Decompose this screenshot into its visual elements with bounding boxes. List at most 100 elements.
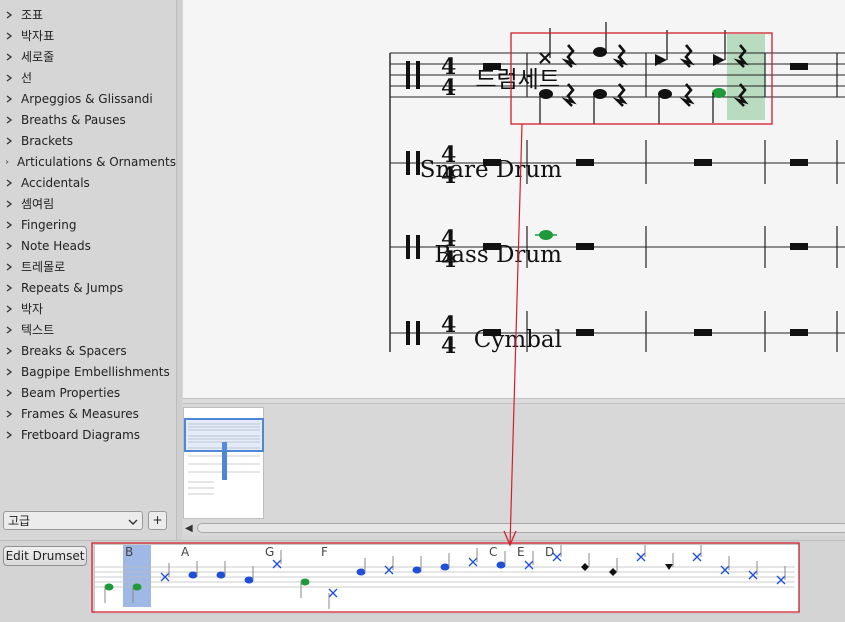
score-view[interactable]: 44444444 드럼세트 Snare Drum Bass Drum Cymba… [183, 0, 845, 398]
palette-item[interactable]: Bagpipe Embellishments [0, 361, 176, 382]
palette-item[interactable]: Beam Properties [0, 382, 176, 403]
chevron-right-icon [6, 304, 13, 313]
palette-item[interactable]: Accidentals [0, 172, 176, 193]
percussion-clef-icon [406, 151, 410, 175]
chevron-right-icon [6, 346, 13, 355]
quarter-rest-icon [679, 44, 695, 68]
chevron-right-icon [6, 430, 13, 439]
palette-item-label: Breaks & Spacers [21, 343, 127, 358]
palette-item[interactable]: Breaths & Pauses [0, 109, 176, 130]
instrument-name-snare: Snare Drum [419, 157, 562, 183]
notehead [356, 568, 366, 576]
palette-item-label: Articulations & Ornaments [16, 154, 176, 169]
add-palette-button[interactable]: + [148, 511, 167, 530]
quarter-rest-icon [561, 83, 577, 107]
palette-splitter[interactable] [176, 0, 182, 540]
palette-item[interactable]: 세로줄 [0, 46, 176, 67]
palette-item[interactable]: 박자 [0, 298, 176, 319]
palette-item-label: 박자표 [21, 29, 55, 43]
palette-mode-value: 고급 [8, 514, 31, 528]
instrument-name-cymbal: Cymbal [473, 327, 562, 353]
palette-item-label: 조표 [21, 8, 44, 22]
palette-item-label: 트레몰로 [21, 260, 66, 274]
horizontal-scrollbar[interactable]: ◀ [183, 520, 845, 536]
palette-item[interactable]: 트레몰로 [0, 256, 176, 277]
measure-rest-icon [576, 159, 594, 166]
palette-item-label: Beam Properties [21, 385, 121, 400]
chevron-right-icon [6, 52, 13, 61]
palette-item-label: Repeats & Jumps [21, 280, 124, 295]
chevron-right-icon [6, 115, 13, 124]
palette-item[interactable]: 선 [0, 67, 176, 88]
chevron-right-icon [6, 409, 13, 418]
palette-item[interactable]: 박자표 [0, 25, 176, 46]
percussion-clef-icon [406, 321, 410, 345]
palette-item-label: Frames & Measures [21, 406, 139, 421]
scrollbar-thumb[interactable] [197, 523, 845, 533]
chevron-right-icon [6, 31, 13, 40]
palette-item-label: 셈여림 [21, 197, 55, 211]
chevron-right-icon [6, 262, 13, 271]
palette-item[interactable]: Fretboard Diagrams [0, 424, 176, 445]
notehead [658, 89, 672, 99]
percussion-clef-icon [406, 235, 410, 259]
notehead [300, 578, 310, 586]
palette-item-label: 세로줄 [21, 50, 55, 64]
percussion-clef-icon [416, 321, 420, 345]
scroll-left-arrow-icon[interactable]: ◀ [185, 523, 193, 534]
notehead [496, 561, 506, 569]
chevron-right-icon [6, 220, 13, 229]
diamond-notehead [609, 568, 617, 576]
time-signature-bottom: 4 [441, 75, 456, 101]
quarter-rest-icon [679, 83, 695, 107]
chevron-right-icon [6, 178, 13, 187]
x-notehead [552, 552, 562, 562]
palette-item[interactable]: Note Heads [0, 235, 176, 256]
palette-item[interactable]: Arpeggios & Glissandi [0, 88, 176, 109]
palette-item[interactable]: Breaks & Spacers [0, 340, 176, 361]
notehead [132, 583, 142, 591]
palette-panel: 조표박자표세로줄선 Arpeggios & Glissandi Breaths & … [0, 0, 176, 540]
chevron-right-icon [6, 283, 13, 292]
navigator-panel[interactable] [183, 404, 845, 520]
percussion-clef-icon [406, 61, 410, 89]
measure-rest-icon [790, 243, 808, 250]
notehead [104, 583, 114, 591]
palette-item[interactable]: 텍스트 [0, 319, 176, 340]
palette-item[interactable]: Brackets [0, 130, 176, 151]
edit-drumset-button[interactable]: Edit Drumset [3, 546, 87, 566]
palette-item-label: 박자 [21, 302, 44, 316]
chevron-right-icon [6, 241, 13, 250]
measure-rest-icon [576, 329, 594, 336]
palette-item-label: Fretboard Diagrams [21, 427, 141, 442]
palette-item[interactable]: Repeats & Jumps [0, 277, 176, 298]
chevron-right-icon [6, 199, 13, 208]
measure-rest-icon [790, 159, 808, 166]
chevron-right-icon [6, 10, 13, 19]
diamond-notehead [581, 563, 589, 571]
navigator-viewport[interactable] [184, 418, 264, 452]
chevron-right-icon [6, 94, 13, 103]
percussion-clef-icon [416, 235, 420, 259]
palette-mode-select[interactable]: 고급 [3, 511, 143, 530]
x-notehead [328, 588, 338, 598]
measure-rest-icon [694, 329, 712, 336]
palette-item-label: Note Heads [21, 238, 91, 253]
palette-item-label: Fingering [21, 217, 77, 232]
palette-item[interactable]: Articulations & Ornaments [0, 151, 176, 172]
palette-item[interactable]: Frames & Measures [0, 403, 176, 424]
palette-item[interactable]: Fingering [0, 214, 176, 235]
chevron-right-icon [6, 73, 13, 82]
instrument-name-drumset: 드럼세트 [475, 67, 560, 93]
chevron-right-icon [5, 159, 9, 164]
drumset-toolbar: Edit Drumset DECFGAB [0, 540, 845, 622]
palette-item[interactable]: 조표 [0, 4, 176, 25]
palette-item[interactable]: 셈여림 [0, 193, 176, 214]
navigator-page-thumbnail[interactable] [183, 407, 264, 519]
drum-palette-staff [95, 545, 795, 609]
drum-input-palette[interactable]: DECFGAB [94, 544, 800, 614]
measure-rest-icon [790, 63, 808, 70]
notehead [440, 563, 450, 571]
notehead [244, 576, 254, 584]
notehead [712, 88, 726, 98]
